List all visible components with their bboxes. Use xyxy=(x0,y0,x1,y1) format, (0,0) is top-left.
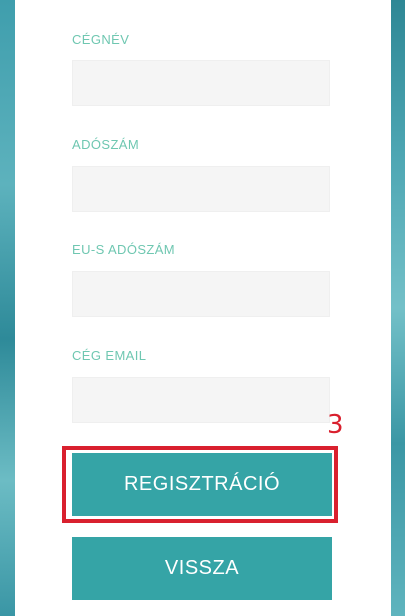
tax-number-label: ADÓSZÁM xyxy=(72,137,140,152)
company-email-input[interactable] xyxy=(72,377,330,423)
background-right xyxy=(391,0,405,616)
background-left xyxy=(0,0,15,616)
tax-number-input[interactable] xyxy=(72,166,330,212)
eu-tax-number-label: EU-S ADÓSZÁM xyxy=(72,242,176,257)
company-name-label: CÉGNÉV xyxy=(72,32,130,47)
step-number-label: 3 xyxy=(327,410,344,440)
company-email-label: CÉG EMAIL xyxy=(72,348,147,363)
register-button[interactable]: REGISZTRÁCIÓ xyxy=(72,453,332,516)
back-button[interactable]: VISSZA xyxy=(72,537,332,600)
eu-tax-number-input[interactable] xyxy=(72,271,330,317)
company-name-input[interactable] xyxy=(72,60,330,106)
registration-form-panel: CÉGNÉV ADÓSZÁM EU-S ADÓSZÁM CÉG EMAIL RE… xyxy=(15,0,391,616)
